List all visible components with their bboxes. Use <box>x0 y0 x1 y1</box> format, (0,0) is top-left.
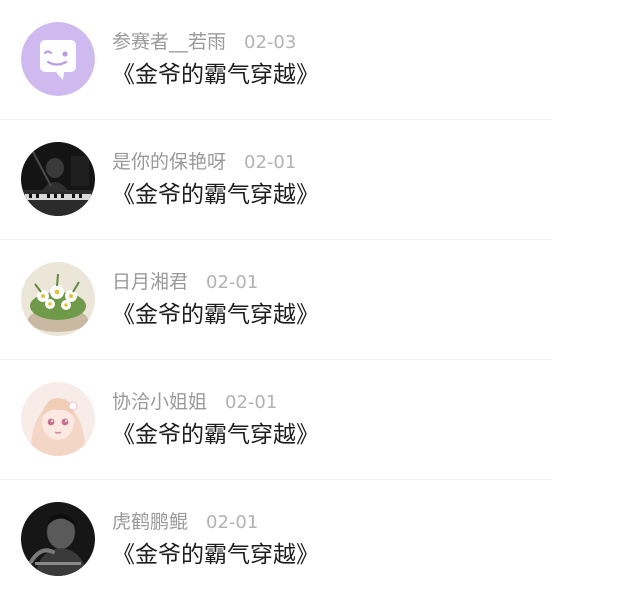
avatar[interactable] <box>21 22 95 96</box>
anime-girl-icon <box>21 382 95 456</box>
comment-meta: 日月湘君 02-01 <box>112 270 258 294</box>
comment-item[interactable]: 是你的保艳呀 02-01 《金爷的霸气穿越》 <box>0 120 640 240</box>
comment-item[interactable]: 协洽小姐姐 02-01 《金爷的霸气穿越》 <box>0 360 640 480</box>
comment-item[interactable]: 日月湘君 02-01 《金爷的霸气穿越》 <box>0 240 640 360</box>
avatar[interactable] <box>21 262 95 336</box>
comment-date: 02-03 <box>244 32 297 53</box>
comment-meta: 协洽小姐姐 02-01 <box>112 390 277 414</box>
comment-item[interactable]: 虎鹤鹏鲲 02-01 《金爷的霸气穿越》 <box>0 480 640 596</box>
chat-bubble-icon <box>21 22 95 96</box>
comment-meta: 虎鹤鹏鲲 02-01 <box>112 510 258 534</box>
comment-item[interactable]: 参赛者__若雨 02-03 《金爷的霸气穿越》 <box>0 0 640 120</box>
username[interactable]: 虎鹤鹏鲲 <box>112 511 188 533</box>
comment-date: 02-01 <box>244 152 297 173</box>
comment-meta: 参赛者__若雨 02-03 <box>112 30 296 54</box>
comment-text: 《金爷的霸气穿越》 <box>112 182 319 208</box>
comment-list: 参赛者__若雨 02-03 《金爷的霸气穿越》 是你的保艳呀 02-01 《金爷… <box>0 0 640 596</box>
comment-text: 《金爷的霸气穿越》 <box>112 302 319 328</box>
comment-text: 《金爷的霸气穿越》 <box>112 542 319 568</box>
flowers-photo-icon <box>21 262 95 336</box>
username[interactable]: 是你的保艳呀 <box>112 151 226 173</box>
username[interactable]: 参赛者__若雨 <box>112 31 226 53</box>
comment-date: 02-01 <box>206 512 259 533</box>
avatar[interactable] <box>21 142 95 216</box>
avatar[interactable] <box>21 382 95 456</box>
comment-text: 《金爷的霸气穿越》 <box>112 422 319 448</box>
comment-meta: 是你的保艳呀 02-01 <box>112 150 296 174</box>
portrait-photo-icon <box>21 502 95 576</box>
comment-text: 《金爷的霸气穿越》 <box>112 62 319 88</box>
comment-date: 02-01 <box>225 392 278 413</box>
username[interactable]: 日月湘君 <box>112 271 188 293</box>
avatar[interactable] <box>21 502 95 576</box>
piano-photo-icon <box>21 142 95 216</box>
comment-date: 02-01 <box>206 272 259 293</box>
username[interactable]: 协洽小姐姐 <box>112 391 207 413</box>
